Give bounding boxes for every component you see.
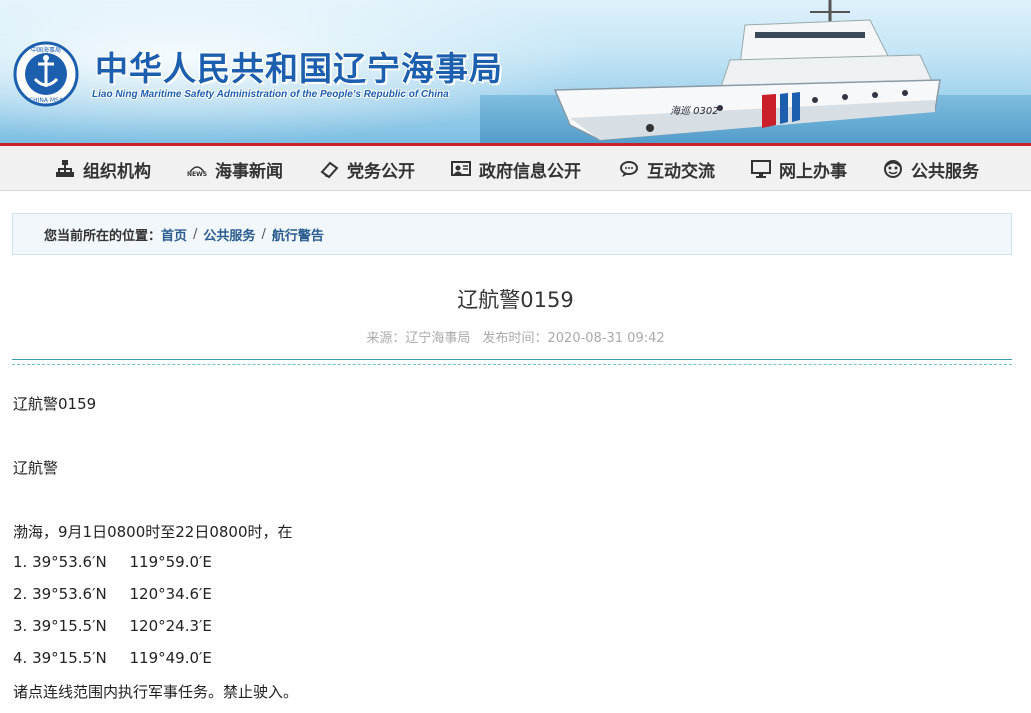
site-title-cn[interactable]: 中华人民共和国辽宁海事局 bbox=[95, 42, 503, 90]
coordinate-index: 1. bbox=[13, 553, 28, 571]
logo-text-bottom: CHINA MSA bbox=[29, 97, 64, 104]
article-published-time: 发布时间：2020-08-31 09:42 bbox=[482, 331, 665, 346]
nav-label: 互动交流 bbox=[647, 161, 715, 182]
patrol-ship-image: 海巡 0302 bbox=[553, 0, 941, 141]
id-card-icon bbox=[451, 161, 471, 176]
coordinate-latitude: 39°15.5′N bbox=[32, 649, 107, 667]
article-header-line: 辽航警 bbox=[13, 459, 59, 477]
nav-item-interaction[interactable]: 互动交流 bbox=[619, 156, 715, 182]
site-title-en: Liao Ning Maritime Safety Administration… bbox=[92, 89, 449, 100]
ship-hull-label: 海巡 0302 bbox=[670, 105, 719, 117]
coordinate-latitude: 39°53.6′N bbox=[32, 553, 107, 571]
coordinate-longitude: 120°24.3′E bbox=[129, 617, 212, 635]
article-divider bbox=[12, 359, 1012, 365]
coordinate-line: 2. 39°53.6′N 120°34.6′E bbox=[13, 585, 212, 603]
article-code-line: 辽航警0159 bbox=[13, 395, 97, 413]
breadcrumb-separator: / bbox=[193, 226, 198, 242]
article-source: 来源：辽宁海事局 bbox=[366, 331, 471, 346]
site-banner: 中国海事局 CHINA MSA 中华人民共和国辽宁海事局 Liao Ning M… bbox=[0, 0, 1031, 143]
coordinate-latitude: 39°15.5′N bbox=[32, 617, 107, 635]
coordinate-line: 3. 39°15.5′N 120°24.3′E bbox=[13, 617, 212, 635]
nav-item-news[interactable]: NEWS 海事新闻 bbox=[187, 156, 283, 182]
coordinate-longitude: 120°34.6′E bbox=[129, 585, 212, 603]
coordinate-index: 3. bbox=[13, 617, 28, 635]
nav-item-public-service[interactable]: 公共服务 bbox=[883, 156, 979, 182]
coordinate-line: 4. 39°15.5′N 119°49.0′E bbox=[13, 649, 212, 667]
nav-label: 政府信息公开 bbox=[479, 161, 581, 182]
nav-label: 公共服务 bbox=[911, 161, 979, 182]
breadcrumb-nav-warning-link[interactable]: 航行警告 bbox=[272, 225, 324, 244]
coordinate-line: 1. 39°53.6′N 119°59.0′E bbox=[13, 553, 212, 571]
service-icon bbox=[884, 160, 902, 178]
breadcrumb-public-service-link[interactable]: 公共服务 bbox=[203, 225, 255, 244]
nav-label: 海事新闻 bbox=[215, 161, 283, 182]
news-icon: NEWS bbox=[187, 166, 207, 178]
nav-item-gov-info[interactable]: 政府信息公开 bbox=[451, 156, 581, 182]
main-nav: 组织机构 NEWS 海事新闻 党务公开 政府信息公开 互动交流 网上办事 公共服… bbox=[0, 143, 1031, 191]
nav-item-party[interactable]: 党务公开 bbox=[319, 156, 415, 182]
org-chart-icon bbox=[56, 160, 74, 177]
coordinate-latitude: 39°53.6′N bbox=[32, 585, 107, 603]
svg-text:NEWS: NEWS bbox=[187, 171, 207, 178]
logo-text-top: 中国海事局 bbox=[31, 46, 61, 54]
nav-item-online-service[interactable]: 网上办事 bbox=[751, 156, 847, 182]
coordinate-index: 4. bbox=[13, 649, 28, 667]
breadcrumb-home-link[interactable]: 首页 bbox=[161, 225, 187, 244]
coordinate-longitude: 119°49.0′E bbox=[129, 649, 212, 667]
nav-label: 组织机构 bbox=[83, 161, 151, 182]
monitor-icon bbox=[751, 160, 771, 178]
coordinate-index: 2. bbox=[13, 585, 28, 603]
breadcrumb-separator: / bbox=[261, 226, 266, 242]
chat-icon bbox=[620, 161, 638, 177]
article-meta: 来源：辽宁海事局 发布时间：2020-08-31 09:42 bbox=[0, 327, 1031, 346]
article-intro-line: 渤海，9月1日0800时至22日0800时，在 bbox=[13, 523, 293, 541]
article-title: 辽航警0159 bbox=[457, 288, 574, 312]
eraser-icon bbox=[320, 161, 339, 179]
china-msa-logo[interactable]: 中国海事局 CHINA MSA bbox=[13, 41, 79, 107]
nav-item-org[interactable]: 组织机构 bbox=[55, 156, 151, 182]
nav-label: 党务公开 bbox=[347, 161, 415, 182]
nav-label: 网上办事 bbox=[779, 161, 847, 182]
coordinate-longitude: 119°59.0′E bbox=[129, 553, 212, 571]
article-closing-line: 诸点连线范围内执行军事任务。禁止驶入。 bbox=[13, 683, 299, 701]
breadcrumb-label: 您当前所在的位置： bbox=[44, 228, 162, 244]
breadcrumb: 您当前所在的位置： 首页 / 公共服务 / 航行警告 bbox=[12, 213, 1012, 255]
